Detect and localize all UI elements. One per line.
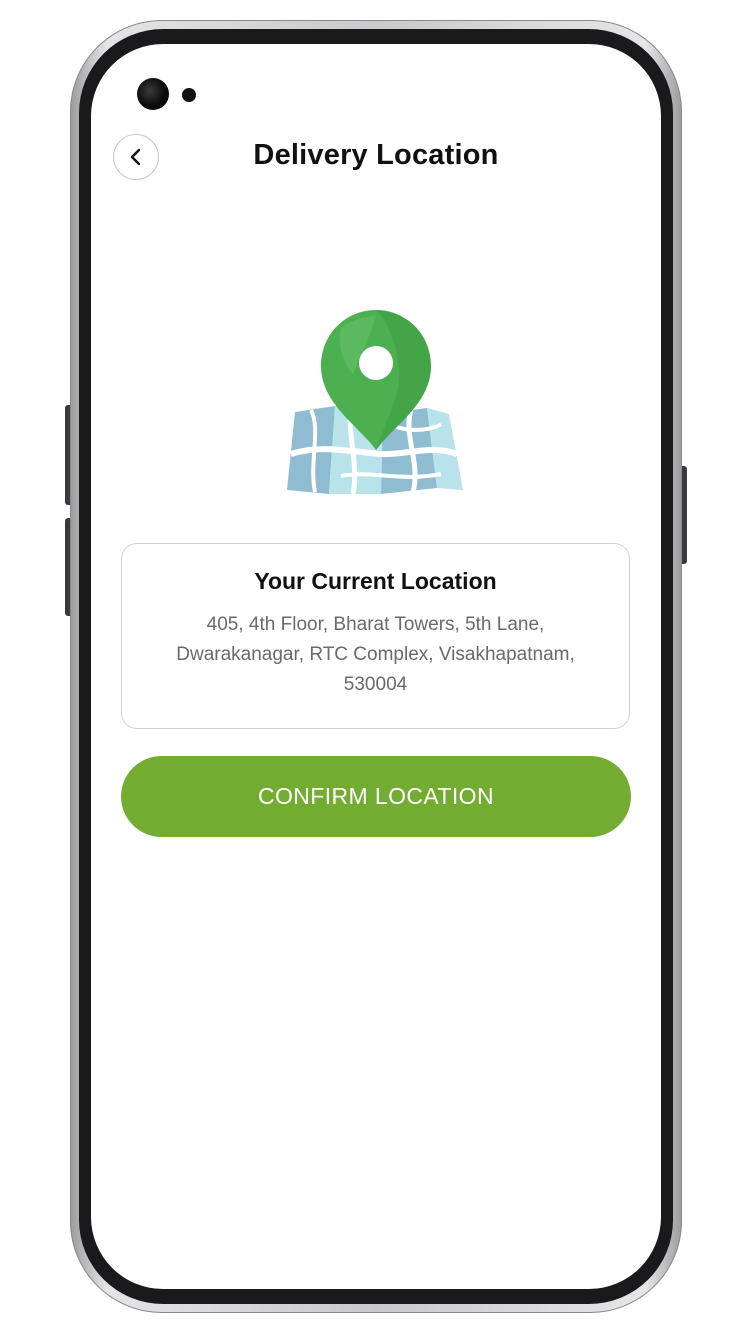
current-location-card: Your Current Location 405, 4th Floor, Bh… (121, 543, 630, 729)
phone-frame: Delivery Location Your Current Location … (70, 20, 682, 1313)
confirm-location-button[interactable]: CONFIRM LOCATION (121, 756, 631, 837)
phone-screen: Delivery Location Your Current Location … (91, 44, 661, 1289)
location-illustration (281, 304, 471, 495)
map-pin-icon (287, 310, 463, 495)
screen: Delivery Location Your Current Location … (0, 0, 751, 1334)
front-camera-icon (137, 78, 169, 110)
camera-sensor-icon (182, 88, 196, 102)
card-title: Your Current Location (254, 568, 497, 594)
address-text: 405, 4th Floor, Bharat Towers, 5th Lane,… (176, 614, 575, 695)
phone-bezel: Delivery Location Your Current Location … (79, 29, 673, 1304)
page-title: Delivery Location (253, 139, 499, 171)
